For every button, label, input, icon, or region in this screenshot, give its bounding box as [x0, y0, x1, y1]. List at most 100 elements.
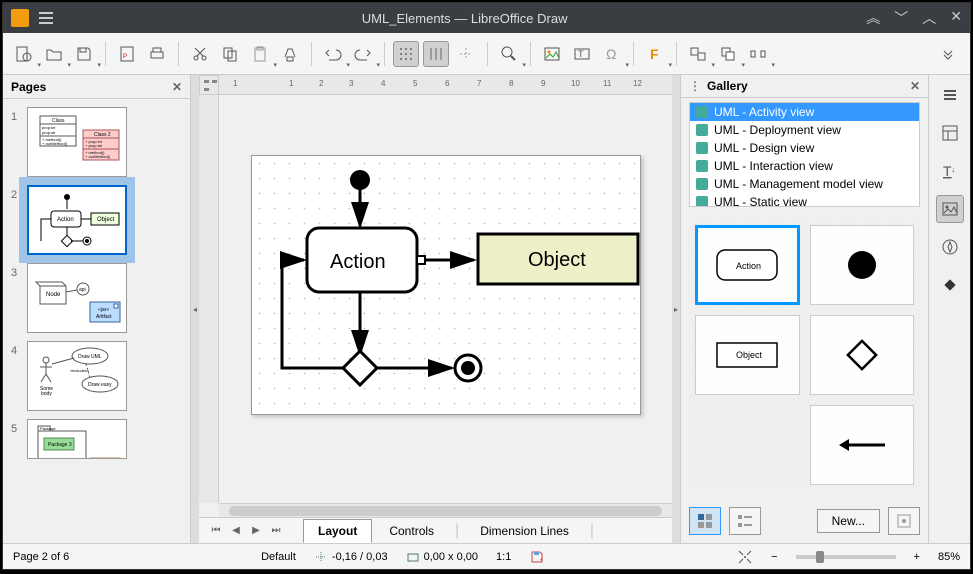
arrange-button[interactable] [715, 41, 741, 67]
gallery-category-list[interactable]: UML - Activity view UML - Deployment vie… [689, 102, 920, 207]
distribute-button[interactable] [745, 41, 771, 67]
tab-nav-next[interactable]: ▶ [247, 522, 265, 540]
canvas-viewport[interactable]: Action Object [219, 95, 672, 503]
align-button[interactable] [685, 41, 711, 67]
sidebar-menu-icon[interactable] [936, 81, 964, 109]
uml-object-label: Object [528, 249, 586, 271]
snap-grid-button[interactable] [423, 41, 449, 67]
status-page[interactable]: Page 2 of 6 [13, 551, 69, 563]
fontwork-button[interactable]: F [642, 41, 668, 67]
vertical-ruler[interactable] [199, 95, 219, 503]
gallery-item-management[interactable]: UML - Management model view [690, 175, 919, 193]
gallery-item-activity[interactable]: UML - Activity view [690, 103, 919, 121]
panel-grip-icon[interactable]: ⋮ [689, 79, 701, 93]
paste-button[interactable] [247, 41, 273, 67]
status-zoom[interactable]: 85% [938, 551, 960, 563]
sidebar-shapes-icon[interactable] [936, 271, 964, 299]
page-thumbnail-4[interactable]: 4 SomebodyDraw UMLDraw easy«includes» [11, 341, 182, 411]
maximize-icon[interactable]: ︿ [922, 8, 936, 28]
insert-image-button[interactable] [539, 41, 565, 67]
sidebar-gallery-icon[interactable] [936, 195, 964, 223]
status-style[interactable]: Default [261, 551, 296, 563]
sidebar-styles-icon[interactable]: T↓ [936, 157, 964, 185]
zoom-slider[interactable] [796, 555, 896, 559]
svg-text:F: F [650, 46, 659, 62]
clone-format-button[interactable] [277, 41, 303, 67]
export-pdf-button[interactable]: P [114, 41, 140, 67]
page-thumbnail-5[interactable]: 5 PackagePackage 3Package 2 [11, 419, 182, 459]
open-button[interactable] [41, 41, 67, 67]
page-thumbnail-2[interactable]: 2 ActionObject [11, 185, 182, 255]
main-toolbar: P T Ω F [3, 33, 970, 75]
copy-button[interactable] [217, 41, 243, 67]
save-button[interactable] [71, 41, 97, 67]
gallery-item-interaction[interactable]: UML - Interaction view [690, 157, 919, 175]
svg-text:+ prop:str: + prop:str [85, 143, 103, 148]
expand-up-icon[interactable]: ︽ [866, 8, 880, 28]
drawing-page[interactable]: Action Object [251, 155, 641, 415]
uml-action-label: Action [330, 251, 386, 273]
svg-text:Artifact: Artifact [96, 314, 112, 320]
svg-text:+ ourMethod(): + ourMethod() [85, 154, 111, 159]
grid-visible-button[interactable] [393, 41, 419, 67]
status-scale[interactable]: 1:1 [496, 551, 511, 563]
pages-panel: Pages ✕ 1 Classprop:intprop:str+ method(… [3, 75, 191, 543]
gallery-panel-title: Gallery [707, 79, 748, 93]
helplines-button[interactable] [453, 41, 479, 67]
zoom-button[interactable] [496, 41, 522, 67]
minimize-icon[interactable]: ﹀ [894, 8, 908, 28]
svg-text:«jar»: «jar» [98, 307, 109, 313]
gallery-thumb-arrow[interactable] [810, 405, 915, 485]
gallery-new-button[interactable]: New... [817, 509, 880, 533]
close-icon[interactable]: ✕ [950, 8, 962, 28]
sidebar-navigator-icon[interactable] [936, 233, 964, 261]
toolbar-overflow-button[interactable] [936, 41, 962, 67]
uml-start-node[interactable] [350, 170, 370, 190]
horizontal-scrollbar[interactable] [219, 503, 672, 517]
pages-panel-close-icon[interactable]: ✕ [172, 80, 182, 94]
gallery-thumb-decision[interactable] [810, 315, 915, 395]
pages-panel-title: Pages [11, 80, 46, 94]
right-splitter[interactable] [672, 75, 680, 543]
tab-dimension-lines[interactable]: Dimension Lines [465, 519, 584, 543]
gallery-panel-close-icon[interactable]: ✕ [910, 79, 920, 93]
gallery-list-view-button[interactable] [729, 507, 761, 535]
ruler-corner[interactable] [199, 75, 219, 95]
gallery-icon-view-button[interactable] [689, 507, 721, 535]
hamburger-menu[interactable] [39, 11, 53, 25]
gallery-thumb-action[interactable]: Action [695, 225, 800, 305]
tab-nav-last[interactable]: ⏭ [267, 522, 285, 540]
tab-nav-first[interactable]: ⏮ [207, 522, 225, 540]
gallery-item-design[interactable]: UML - Design view [690, 139, 919, 157]
page-thumbnail-3[interactable]: 3 Nodeapi«jar»Artifact [11, 263, 182, 333]
status-save-icon[interactable]: * [529, 549, 545, 565]
page-thumbnail-1[interactable]: 1 Classprop:intprop:str+ method()+ ourMe… [11, 107, 182, 177]
gallery-item-deployment[interactable]: UML - Deployment view [690, 121, 919, 139]
tab-nav-prev[interactable]: ◀ [227, 522, 245, 540]
gallery-thumb-object[interactable]: Object [695, 315, 800, 395]
gallery-thumb-start[interactable] [810, 225, 915, 305]
uml-decision-node[interactable] [343, 351, 377, 385]
gallery-properties-button[interactable] [888, 507, 920, 535]
cut-button[interactable] [187, 41, 213, 67]
sidebar-properties-icon[interactable] [936, 119, 964, 147]
zoom-in-button[interactable]: + [914, 551, 920, 563]
folder-icon [696, 124, 708, 136]
svg-text:api: api [79, 287, 86, 293]
tab-layout[interactable]: Layout [303, 519, 372, 543]
tab-controls[interactable]: Controls [374, 519, 449, 543]
svg-text:T: T [578, 49, 584, 59]
undo-button[interactable] [320, 41, 346, 67]
print-button[interactable] [144, 41, 170, 67]
new-document-button[interactable] [11, 41, 37, 67]
redo-button[interactable] [350, 41, 376, 67]
gallery-item-static[interactable]: UML - Static view [690, 193, 919, 207]
insert-textbox-button[interactable]: T [569, 41, 595, 67]
left-splitter[interactable] [191, 75, 199, 543]
statusbar: Page 2 of 6 Default -0,16 / 0,03 0,00 x … [3, 543, 970, 569]
special-char-button[interactable]: Ω [599, 41, 625, 67]
zoom-out-button[interactable]: − [771, 551, 777, 563]
horizontal-ruler[interactable]: 1 1 2 3 4 5 6 7 8 9 10 11 12 [219, 75, 672, 95]
fit-page-icon[interactable] [737, 549, 753, 565]
uml-output-pin[interactable] [417, 256, 425, 264]
